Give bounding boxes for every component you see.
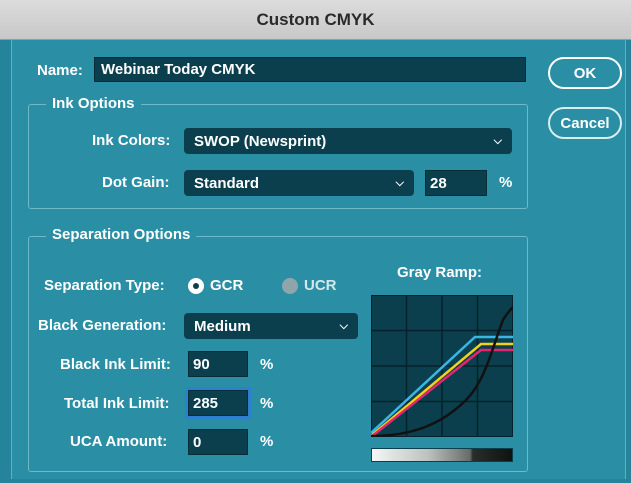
- ink-options-legend: Ink Options: [46, 95, 141, 112]
- ink-colors-select[interactable]: SWOP (Newsprint) ⌵: [184, 128, 512, 154]
- radio-selected-icon: [188, 277, 204, 294]
- dot-gain-unit: %: [499, 174, 513, 191]
- uca-amount-label: UCA Amount:: [70, 433, 168, 450]
- total-ink-limit-unit: %: [260, 395, 274, 412]
- name-field[interactable]: Webinar Today CMYK: [94, 57, 526, 82]
- ok-button[interactable]: OK: [548, 57, 622, 89]
- chevron-down-icon: ⌵: [395, 176, 404, 189]
- ucr-label: UCR: [304, 277, 337, 294]
- title-bar: Custom CMYK: [0, 0, 631, 40]
- black-generation-select[interactable]: Medium ⌵: [184, 313, 358, 339]
- gray-ramp-label: Gray Ramp:: [397, 264, 483, 281]
- dialog-body: Name: Webinar Today CMYK OK Cancel Ink O…: [11, 40, 626, 479]
- dot-gain-select[interactable]: Standard ⌵: [184, 170, 414, 196]
- separation-type-label: Separation Type:: [44, 277, 165, 294]
- cancel-button[interactable]: Cancel: [548, 107, 622, 139]
- chevron-down-icon: ⌵: [493, 134, 502, 147]
- black-ink-limit-input[interactable]: 90: [188, 351, 248, 377]
- gray-ramp-graph: [371, 295, 513, 437]
- uca-amount-input[interactable]: 0: [188, 429, 248, 455]
- black-generation-value: Medium: [194, 317, 251, 335]
- gcr-label: GCR: [210, 277, 244, 294]
- chevron-down-icon: ⌵: [339, 319, 348, 332]
- gcr-radio[interactable]: GCR: [188, 277, 243, 294]
- black-generation-label: Black Generation:: [38, 317, 167, 334]
- total-ink-limit-input[interactable]: 285: [185, 387, 251, 419]
- ink-colors-label: Ink Colors:: [92, 132, 171, 149]
- black-ink-limit-unit: %: [260, 356, 274, 373]
- separation-options-legend: Separation Options: [46, 226, 197, 243]
- uca-amount-unit: %: [260, 433, 274, 450]
- dot-gain-value: Standard: [194, 174, 260, 192]
- ucr-radio[interactable]: UCR: [282, 277, 337, 294]
- black-ink-limit-label: Black Ink Limit:: [60, 356, 171, 373]
- total-ink-limit-label: Total Ink Limit:: [64, 395, 170, 412]
- radio-unselected-icon: [282, 277, 298, 294]
- gray-ramp-bar: [371, 448, 513, 462]
- window-title: Custom CMYK: [256, 9, 375, 29]
- ink-colors-value: SWOP (Newsprint): [194, 132, 327, 150]
- dot-gain-label: Dot Gain:: [102, 174, 170, 191]
- name-label: Name:: [37, 62, 83, 79]
- dot-gain-amount-input[interactable]: 28: [425, 170, 487, 196]
